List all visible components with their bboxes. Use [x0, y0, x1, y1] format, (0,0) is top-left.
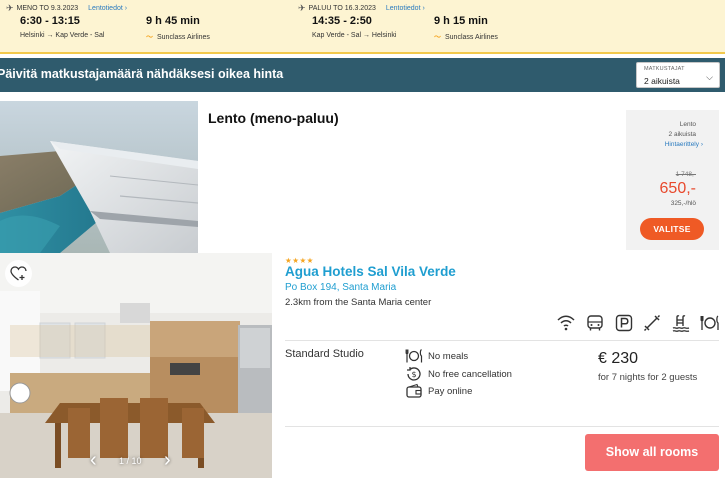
flight-price-box: Lento 2 aikuista Hintaerittely › 1 748,-…	[626, 110, 719, 250]
meals-text: No meals	[428, 350, 469, 362]
show-all-rooms-button[interactable]: Show all rooms	[585, 434, 719, 471]
bus-icon	[585, 313, 605, 333]
flight-price: 650,-	[659, 180, 696, 197]
travellers-value: 2 aikuista	[644, 76, 680, 86]
outbound-leg: ✈ MENO TO 9.3.2023 Lentotiedot › 6:30 - …	[0, 0, 290, 52]
plane-takeoff-icon: ✈	[6, 3, 14, 13]
hotel-name-link[interactable]: Agua Hotels Sal Vila Verde	[285, 264, 456, 279]
airline-logo-icon: 〜	[434, 34, 441, 41]
outbound-duration: 9 h 45 min	[146, 15, 200, 27]
return-leg: ✈ PALUU TO 16.3.2023 Lentotiedot › 14:35…	[292, 0, 592, 52]
chevron-right-icon: ›	[422, 5, 425, 12]
search-result-page: ✈ MENO TO 9.3.2023 Lentotiedot › 6:30 - …	[0, 0, 725, 478]
meals-feature: No meals	[405, 348, 468, 364]
travellers-select[interactable]: MATKUSTAJAT 2 aikuista ⌵	[636, 62, 720, 88]
svg-text:$: $	[411, 370, 416, 379]
room-price: € 230	[598, 350, 639, 367]
divider	[285, 340, 719, 341]
chevron-right-icon: ›	[700, 141, 703, 148]
return-duration: 9 h 15 min	[434, 15, 488, 27]
outbound-airline: 〜 Sunclass Airlines	[146, 34, 210, 41]
divider	[285, 426, 719, 427]
hotel-distance: 2.3km from the Santa Maria center	[285, 297, 432, 308]
return-airline: 〜 Sunclass Airlines	[434, 34, 498, 41]
flight-summary-strip: ✈ MENO TO 9.3.2023 Lentotiedot › 6:30 - …	[0, 0, 725, 54]
room-price-duration: for 7 nights for 2 guests	[598, 372, 698, 383]
banner-text: Päivitä matkustajamäärä nähdäksesi oikea…	[0, 67, 284, 81]
payment-feature: Pay online	[405, 383, 472, 399]
price-box-pax: 2 aikuista	[668, 131, 696, 138]
update-travellers-banner: Päivitä matkustajamäärä nähdäksesi oikea…	[0, 58, 725, 92]
hotel-address-link[interactable]: Po Box 194, Santa Maria	[285, 282, 396, 293]
payment-text: Pay online	[428, 385, 473, 397]
parking-icon	[614, 313, 634, 333]
airline-logo-icon: 〜	[146, 34, 153, 41]
fitness-icon	[642, 313, 662, 333]
return-header: ✈ PALUU TO 16.3.2023 Lentotiedot ›	[298, 3, 425, 14]
return-time: 14:35 - 2:50	[312, 15, 372, 27]
old-price: 1 748,-	[675, 171, 696, 178]
cancellation-feature: $ No free cancellation	[405, 366, 512, 382]
plane-landing-icon: ✈	[298, 3, 306, 13]
amenities-list	[556, 313, 720, 333]
photo-counter: 1 / 10	[119, 456, 142, 466]
refund-icon: $	[405, 366, 423, 382]
return-route: Kap Verde - Sal → Helsinki	[312, 32, 397, 39]
outbound-details-link[interactable]: Lentotiedot ›	[88, 5, 127, 12]
travellers-label: MATKUSTAJAT	[644, 66, 685, 72]
wifi-icon	[556, 313, 576, 333]
chevron-right-icon: ›	[124, 5, 128, 12]
outbound-header: ✈ MENO TO 9.3.2023 Lentotiedot ›	[6, 3, 127, 14]
photo-prev-button[interactable]: ‹	[90, 449, 97, 472]
price-breakdown-link[interactable]: Hintaerittely ›	[665, 141, 703, 148]
pool-icon	[671, 313, 691, 333]
price-per-person: 325,-/hlö	[670, 200, 696, 207]
photo-next-button[interactable]: ›	[164, 449, 171, 472]
price-box-label: Lento	[679, 121, 696, 128]
chevron-down-icon: ⌵	[706, 72, 713, 82]
flight-title: Lento (meno-paluu)	[208, 110, 339, 126]
cutlery-icon	[405, 348, 423, 364]
return-label: PALUU TO 16.3.2023	[308, 5, 376, 12]
outbound-route: Helsinki → Kap Verde - Sal	[20, 32, 105, 39]
hotel-photo[interactable]: ‹ 1 / 10 ›	[0, 253, 272, 478]
outbound-label: MENO TO 9.3.2023	[16, 5, 79, 12]
outbound-time: 6:30 - 13:15	[20, 15, 80, 27]
room-type: Standard Studio	[285, 348, 364, 360]
restaurant-icon	[700, 313, 720, 333]
favorite-button[interactable]	[5, 260, 32, 287]
wallet-icon	[405, 383, 423, 399]
return-details-link[interactable]: Lentotiedot ›	[386, 5, 425, 12]
heart-plus-icon	[10, 266, 27, 281]
cancellation-text: No free cancellation	[428, 368, 512, 380]
choose-flight-button[interactable]: VALITSE	[640, 218, 704, 240]
flight-photo	[0, 101, 198, 253]
